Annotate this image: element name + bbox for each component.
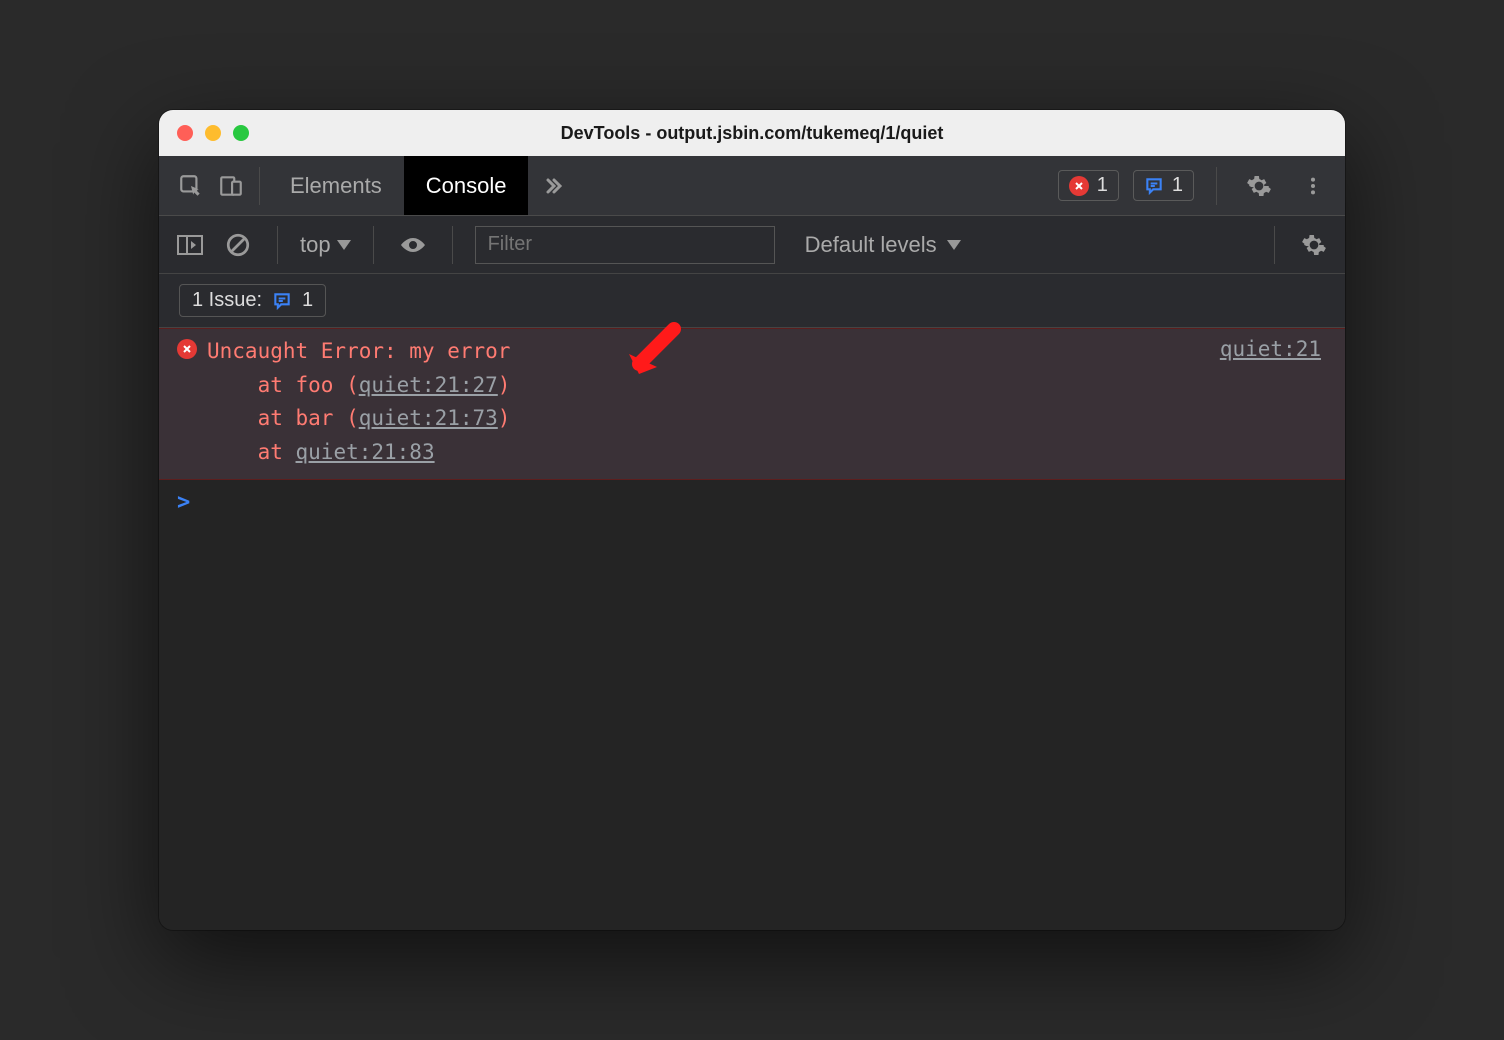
separator — [373, 226, 374, 264]
devtools-window: DevTools - output.jsbin.com/tukemeq/1/qu… — [159, 110, 1345, 930]
source-link[interactable]: quiet:21:83 — [296, 440, 435, 464]
tab-label: Console — [426, 173, 507, 199]
console-settings-icon[interactable] — [1297, 228, 1331, 262]
console-body: Uncaught Error: my error at foo (quiet:2… — [159, 328, 1345, 930]
error-badge-icon — [177, 339, 197, 359]
chevron-down-icon — [337, 240, 351, 250]
separator — [452, 226, 453, 264]
log-levels-selector[interactable]: Default levels — [805, 232, 961, 258]
kebab-menu-icon[interactable] — [1293, 166, 1333, 206]
live-expression-icon[interactable] — [396, 228, 430, 262]
tab-label: Elements — [290, 173, 382, 199]
minimize-window-button[interactable] — [205, 125, 221, 141]
separator — [259, 167, 260, 205]
issues-count-badge[interactable]: 1 — [1133, 170, 1194, 201]
prompt-icon: > — [177, 490, 190, 515]
tab-console[interactable]: Console — [404, 156, 529, 215]
stack-frame: at bar (quiet:21:73) — [207, 402, 510, 436]
execution-context-selector[interactable]: top — [300, 232, 351, 258]
separator — [1274, 226, 1275, 264]
more-tabs-icon[interactable] — [528, 166, 578, 206]
stack-frame: at foo (quiet:21:27) — [207, 369, 510, 403]
source-link-right[interactable]: quiet:21 — [1220, 337, 1321, 361]
stack-frame: at quiet:21:83 — [207, 436, 510, 470]
toggle-sidebar-icon[interactable] — [173, 228, 207, 262]
context-label: top — [300, 232, 331, 258]
levels-label: Default levels — [805, 232, 937, 258]
tab-elements[interactable]: Elements — [268, 156, 404, 215]
titlebar: DevTools - output.jsbin.com/tukemeq/1/qu… — [159, 110, 1345, 156]
separator — [1216, 167, 1217, 205]
source-link[interactable]: quiet:21:73 — [359, 406, 498, 430]
error-icon — [1069, 176, 1089, 196]
error-text: Uncaught Error: my error at foo (quiet:2… — [207, 335, 510, 469]
error-message-row: Uncaught Error: my error at foo (quiet:2… — [159, 328, 1345, 480]
window-title: DevTools - output.jsbin.com/tukemeq/1/qu… — [159, 123, 1345, 144]
issues-pill[interactable]: 1 Issue: 1 — [179, 284, 326, 317]
issue-icon — [1144, 176, 1164, 196]
zoom-window-button[interactable] — [233, 125, 249, 141]
error-count: 1 — [1097, 174, 1108, 197]
error-headline: Uncaught Error: my error — [207, 335, 510, 369]
annotation-arrow-icon — [619, 319, 689, 389]
issues-prefix: 1 Issue: — [192, 289, 262, 312]
clear-console-icon[interactable] — [221, 228, 255, 262]
issue-icon — [272, 291, 292, 311]
settings-icon[interactable] — [1239, 166, 1279, 206]
inspect-element-icon[interactable] — [171, 166, 211, 206]
traffic-lights — [177, 125, 249, 141]
issues-pill-count: 1 — [302, 289, 313, 312]
separator — [277, 226, 278, 264]
console-prompt-row[interactable]: > — [159, 480, 1345, 525]
issues-count: 1 — [1172, 174, 1183, 197]
console-toolbar: top Default levels — [159, 216, 1345, 274]
chevron-down-icon — [947, 240, 961, 250]
panel-tabbar: Elements Console 1 1 — [159, 156, 1345, 216]
filter-input[interactable] — [475, 226, 775, 264]
error-count-badge[interactable]: 1 — [1058, 170, 1119, 201]
source-link[interactable]: quiet:21:27 — [359, 373, 498, 397]
close-window-button[interactable] — [177, 125, 193, 141]
device-toolbar-icon[interactable] — [211, 166, 251, 206]
issues-bar: 1 Issue: 1 — [159, 274, 1345, 328]
